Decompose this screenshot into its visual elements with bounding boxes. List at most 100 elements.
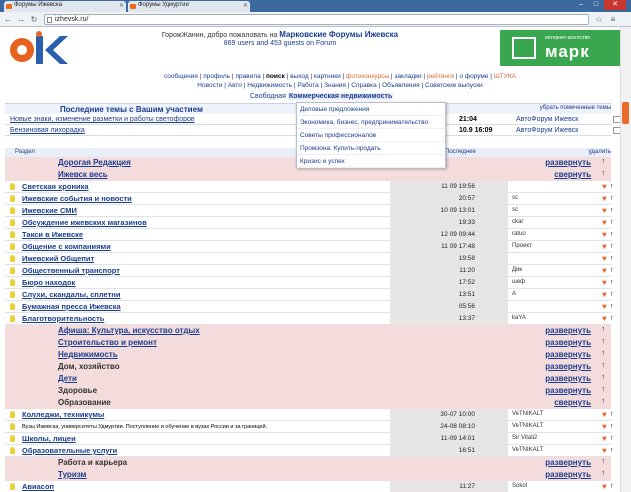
forum-link[interactable]: Обсуждение ижевских магазинов bbox=[22, 218, 147, 227]
sub-nav-item[interactable]: Свободная bbox=[250, 93, 286, 100]
up-arrow-icon[interactable]: ↑ bbox=[610, 303, 614, 310]
forum-link[interactable]: Школы, лицеи bbox=[22, 434, 76, 443]
last-post-author[interactable]: sc bbox=[512, 195, 518, 201]
forum-link[interactable]: Общественный транспорт bbox=[22, 266, 120, 275]
top-nav-link[interactable]: о форуме bbox=[459, 73, 488, 80]
dropdown-item[interactable]: Экономика, бизнес, предпринимательство bbox=[297, 116, 445, 129]
up-arrow-icon[interactable]: ↑ bbox=[602, 350, 606, 357]
dropdown-item[interactable]: Деловые предложения bbox=[297, 103, 445, 116]
forum-link[interactable]: Бюро находок bbox=[22, 278, 75, 287]
up-arrow-icon[interactable]: ↑ bbox=[610, 423, 614, 430]
toggle-link[interactable]: развернуть bbox=[545, 470, 591, 479]
toggle-link[interactable]: развернуть bbox=[545, 386, 591, 395]
top-nav-link[interactable]: картинки bbox=[314, 73, 341, 80]
section-title[interactable]: Строительство и ремонт bbox=[58, 338, 157, 347]
up-arrow-icon[interactable]: ↑ bbox=[610, 267, 614, 274]
forward-icon[interactable]: → bbox=[15, 14, 27, 25]
toggle-link[interactable]: свернуть bbox=[554, 398, 591, 407]
up-arrow-icon[interactable]: ↑ bbox=[610, 255, 614, 262]
feedback-tab[interactable] bbox=[622, 102, 629, 124]
minimize-icon[interactable]: – bbox=[574, 0, 588, 10]
section-nav-link[interactable]: Новости bbox=[197, 82, 222, 89]
section-nav-link[interactable]: Знания bbox=[324, 82, 346, 89]
last-post-author[interactable]: Sokol bbox=[512, 483, 527, 489]
favorite-heart-icon[interactable]: ♥ bbox=[602, 255, 609, 263]
up-arrow-icon[interactable]: ↑ bbox=[610, 315, 614, 322]
close-tab-icon[interactable]: ✕ bbox=[243, 2, 248, 9]
forum-link[interactable]: Колледжи, техникумы bbox=[22, 410, 104, 419]
up-arrow-icon[interactable]: ↑ bbox=[602, 470, 606, 477]
sub-nav-item-active[interactable]: Коммерческая недвижимость bbox=[287, 93, 394, 100]
favorite-heart-icon[interactable]: ♥ bbox=[602, 243, 609, 251]
dropdown-item[interactable]: Промзона: Купить-продать bbox=[297, 142, 445, 155]
toggle-link[interactable]: развернуть bbox=[545, 350, 591, 359]
section-title[interactable]: Работа и карьера bbox=[58, 458, 127, 467]
up-arrow-icon[interactable]: ↑ bbox=[602, 458, 606, 465]
forum-link[interactable]: Такси в Ижевске bbox=[22, 230, 83, 239]
up-arrow-icon[interactable]: ↑ bbox=[602, 374, 606, 381]
section-nav-link[interactable]: Справка bbox=[351, 82, 377, 89]
section-title[interactable]: Туризм bbox=[58, 470, 86, 479]
top-nav-link[interactable]: закладки bbox=[394, 73, 421, 80]
recent-topic-author[interactable]: АвтоФорум Ижевск bbox=[516, 115, 578, 125]
section-title[interactable]: Афиша: Культура, искусство отдых bbox=[58, 326, 200, 335]
remove-marked-link[interactable]: убрать помеченные темы bbox=[540, 105, 611, 111]
address-bar[interactable]: izhevsk.ru/ bbox=[44, 14, 589, 25]
dropdown-item[interactable]: Советы профессионалов bbox=[297, 129, 445, 142]
top-nav-link[interactable]: сообщения bbox=[164, 73, 198, 80]
up-arrow-icon[interactable]: ↑ bbox=[610, 183, 614, 190]
favorite-heart-icon[interactable]: ♥ bbox=[602, 423, 609, 431]
forum-link[interactable]: Ижевские события и новости bbox=[22, 194, 132, 203]
section-nav-link[interactable]: Объявления bbox=[382, 82, 420, 89]
up-arrow-icon[interactable]: ↑ bbox=[610, 195, 614, 202]
section-title[interactable]: Дети bbox=[58, 374, 77, 383]
browser-tab-1[interactable]: Форумы Ижевска ✕ bbox=[4, 1, 126, 12]
toggle-link[interactable]: развернуть bbox=[545, 362, 591, 371]
favorite-heart-icon[interactable]: ♥ bbox=[602, 447, 609, 455]
favorite-heart-icon[interactable]: ♥ bbox=[602, 195, 609, 203]
up-arrow-icon[interactable]: ↑ bbox=[610, 291, 614, 298]
toggle-link[interactable]: развернуть bbox=[545, 158, 591, 167]
section-title[interactable]: Ижевск весь bbox=[58, 170, 108, 179]
up-arrow-icon[interactable]: ↑ bbox=[610, 219, 614, 226]
forum-link[interactable]: Общение с компаниями bbox=[22, 242, 111, 251]
forum-link[interactable]: Ижевский Общепит bbox=[22, 254, 94, 263]
last-post-author[interactable]: ckar bbox=[512, 219, 523, 225]
top-nav-link[interactable]: поиск bbox=[266, 73, 285, 80]
close-window-icon[interactable]: ✕ bbox=[604, 0, 626, 10]
toggle-link[interactable]: развернуть bbox=[545, 374, 591, 383]
top-nav-link[interactable]: ШТУКА bbox=[494, 73, 516, 80]
top-nav-link[interactable]: фотоконкурсы bbox=[346, 73, 389, 80]
last-post-author[interactable]: VeTNIKALT bbox=[512, 447, 543, 453]
last-post-author[interactable]: Проект bbox=[512, 243, 532, 249]
recent-topic-link[interactable]: Новые знаки, изменение разметки и работы… bbox=[10, 115, 195, 125]
last-post-author[interactable]: kaYA bbox=[512, 315, 526, 321]
favorite-heart-icon[interactable]: ♥ bbox=[602, 315, 609, 323]
up-arrow-icon[interactable]: ↑ bbox=[610, 411, 614, 418]
favorite-heart-icon[interactable]: ♥ bbox=[602, 207, 609, 215]
scrollbar[interactable] bbox=[620, 27, 631, 492]
favorite-heart-icon[interactable]: ♥ bbox=[602, 435, 609, 443]
up-arrow-icon[interactable]: ↑ bbox=[610, 435, 614, 442]
last-post-author[interactable]: VeTNIKALT bbox=[512, 411, 543, 417]
section-title[interactable]: Образование bbox=[58, 398, 111, 407]
forum-link[interactable]: Бумажная пресса Ижевска bbox=[22, 302, 121, 311]
last-post-author[interactable]: A bbox=[512, 291, 516, 297]
section-nav-link[interactable]: Недвижимость bbox=[247, 82, 292, 89]
maximize-icon[interactable]: □ bbox=[589, 0, 603, 10]
up-arrow-icon[interactable]: ↑ bbox=[610, 207, 614, 214]
favorite-heart-icon[interactable]: ♥ bbox=[602, 483, 609, 491]
last-post-author[interactable]: Дик bbox=[512, 267, 522, 273]
up-arrow-icon[interactable]: ↑ bbox=[610, 279, 614, 286]
section-title[interactable]: Недвижимость bbox=[58, 350, 118, 359]
bookmark-star-icon[interactable]: ☆ bbox=[593, 14, 605, 25]
forum-link[interactable]: Авиасоп bbox=[22, 482, 54, 491]
browser-tab-2[interactable]: Форумы Удмуртии ✕ bbox=[128, 1, 250, 12]
toggle-link[interactable]: развернуть bbox=[545, 326, 591, 335]
forum-link[interactable]: Вузы Ижевска, университеты Удмуртии. Пос… bbox=[22, 424, 267, 430]
favorite-heart-icon[interactable]: ♥ bbox=[602, 183, 609, 191]
section-title[interactable]: Дорогая Редакция bbox=[58, 158, 131, 167]
last-post-author[interactable]: Sir Vitali2 bbox=[512, 435, 537, 441]
last-post-author[interactable]: VeTNIKALT bbox=[512, 423, 543, 429]
favorite-heart-icon[interactable]: ♥ bbox=[602, 231, 609, 239]
